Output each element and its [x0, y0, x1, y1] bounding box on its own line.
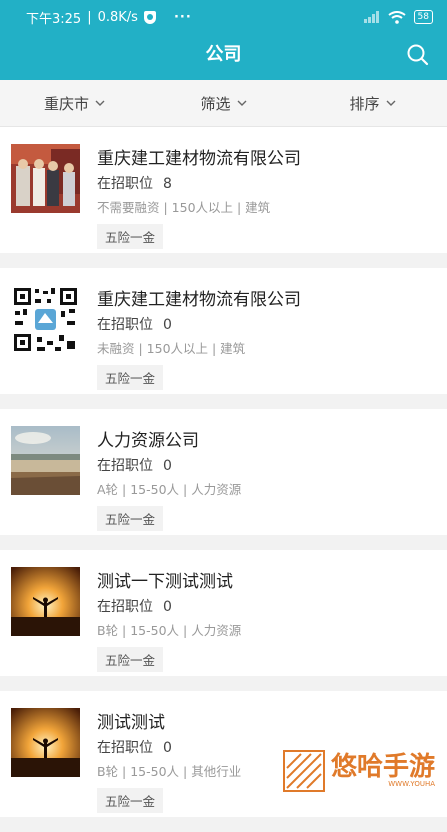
company-card[interactable]: 人力资源公司 在招职位 0 A轮 | 15-50人 | 人力资源 五险一金: [0, 409, 447, 535]
status-network-speed: 0.8K/s: [97, 9, 138, 25]
search-icon[interactable]: [405, 42, 431, 68]
company-meta: B轮 | 15-50人 | 人力资源: [97, 623, 242, 638]
page-title: 公司: [205, 44, 242, 65]
open-positions-label: 在招职位: [97, 599, 153, 615]
company-card[interactable]: 重庆建工建材物流有限公司 在招职位 0 未融资 | 150人以上 | 建筑 五险一…: [0, 268, 447, 394]
open-positions-label: 在招职位: [97, 176, 153, 192]
company-list: 重庆建工建材物流有限公司 在招职位 8 不需要融资 | 150人以上 | 建筑 五…: [0, 127, 447, 832]
company-logo-image: [11, 426, 80, 495]
more-notifications: ···: [173, 9, 192, 25]
app-header: 公司: [0, 34, 447, 80]
shield-icon: [143, 10, 156, 24]
benefit-tag: 五险一金: [97, 788, 164, 813]
company-card[interactable]: 重庆建工建材物流有限公司 在招职位 8 不需要融资 | 150人以上 | 建筑 五…: [0, 127, 447, 253]
status-bar: 下午3:25 | 0.8K/s ··· 58: [0, 0, 447, 34]
chevron-down-icon: [386, 100, 395, 106]
company-name: 重庆建工建材物流有限公司: [97, 290, 301, 310]
city-filter[interactable]: 重庆市: [0, 80, 149, 126]
open-positions-label: 在招职位: [97, 458, 153, 474]
watermark-logo-icon: [283, 750, 325, 792]
benefit-tag: 五险一金: [97, 647, 164, 672]
open-positions-label: 在招职位: [97, 740, 153, 756]
company-meta: 不需要融资 | 150人以上 | 建筑: [97, 200, 271, 215]
chevron-down-icon: [237, 100, 246, 106]
open-positions: 在招职位 0: [97, 455, 172, 475]
city-filter-label: 重庆市: [43, 94, 89, 113]
benefit-tag: 五险一金: [97, 365, 164, 390]
battery-icon: 58: [413, 10, 433, 24]
company-name: 人力资源公司: [97, 431, 199, 451]
open-positions: 在招职位 8: [97, 173, 172, 193]
company-name: 测试一下测试测试: [97, 572, 233, 592]
open-positions: 在招职位 0: [97, 596, 172, 616]
wifi-icon: [387, 10, 406, 24]
open-positions-label: 在招职位: [97, 317, 153, 333]
company-logo-image: [11, 567, 80, 636]
site-watermark: 悠哈手游 WWW.YOUHA: [279, 743, 447, 799]
company-meta: B轮 | 15-50人 | 其他行业: [97, 764, 242, 779]
chevron-down-icon: [95, 100, 105, 106]
company-name: 重庆建工建材物流有限公司: [97, 149, 301, 169]
open-positions-count: 8: [163, 176, 172, 192]
open-positions-count: 0: [163, 599, 172, 615]
screen-filter-label: 筛选: [200, 94, 231, 113]
company-meta: 未融资 | 150人以上 | 建筑: [97, 341, 246, 356]
watermark-text: 悠哈手游: [331, 752, 436, 782]
company-logo-image: [11, 708, 80, 777]
benefit-tag: 五险一金: [97, 224, 164, 249]
status-time: 下午3:25: [26, 11, 82, 27]
sort-filter[interactable]: 排序: [298, 80, 447, 126]
benefit-tag: 五险一金: [97, 506, 164, 531]
open-positions-count: 0: [163, 317, 172, 333]
open-positions-count: 0: [163, 740, 172, 756]
company-logo-image: [11, 144, 80, 213]
company-name: 测试测试: [97, 713, 165, 733]
signal-icon: [363, 11, 379, 23]
filter-bar: 重庆市 筛选 排序: [0, 80, 447, 127]
qr-code-image: [11, 285, 80, 354]
company-meta: A轮 | 15-50人 | 人力资源: [97, 482, 242, 497]
screen-filter[interactable]: 筛选: [149, 80, 298, 126]
open-positions-count: 0: [163, 458, 172, 474]
open-positions: 在招职位 0: [97, 314, 172, 334]
company-card[interactable]: 测试一下测试测试 在招职位 0 B轮 | 15-50人 | 人力资源 五险一金: [0, 550, 447, 676]
open-positions: 在招职位 0: [97, 737, 172, 757]
sort-filter-label: 排序: [349, 94, 380, 113]
